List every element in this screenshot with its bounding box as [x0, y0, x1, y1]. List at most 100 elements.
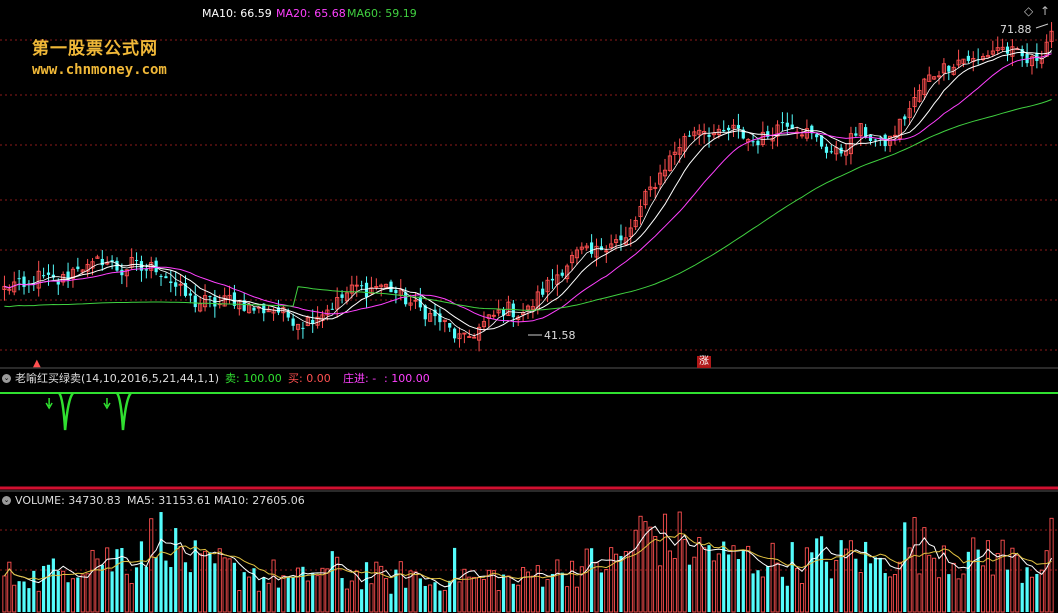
volume-bar	[438, 590, 442, 612]
volume-bar	[491, 570, 496, 613]
volume-bar	[41, 565, 46, 612]
volume-bar	[839, 540, 843, 612]
volume-bar	[360, 589, 364, 612]
volume-bar	[164, 560, 168, 612]
volume-bar	[1025, 567, 1029, 612]
volume-bar	[951, 562, 956, 613]
candle-body	[687, 135, 692, 137]
volume-collapse-icon[interactable]: ⌄	[2, 496, 11, 505]
volume-bar	[932, 557, 937, 613]
volume-bar	[878, 557, 882, 612]
volume-bar	[731, 545, 736, 613]
volume-bar	[389, 593, 393, 612]
indicator-title[interactable]: 老喻红买绿卖(14,10,2016,5,21,44,1,1)	[15, 372, 219, 385]
volume-bar	[799, 583, 805, 613]
candle-body	[448, 323, 452, 328]
volume-bar	[281, 575, 286, 613]
candle-body	[453, 328, 457, 339]
volume-bar	[12, 584, 17, 613]
volume-bar	[722, 541, 726, 612]
volume-bar	[159, 512, 163, 612]
high-label-leader	[1035, 23, 1049, 29]
volume-bar	[702, 547, 707, 613]
volume-bar	[105, 547, 110, 613]
ma10-line	[4, 51, 1052, 331]
volume-bar	[36, 590, 41, 613]
volume-bar	[711, 560, 716, 613]
candle-body	[966, 55, 970, 61]
volume-bar	[535, 565, 540, 613]
candle-body	[903, 116, 907, 120]
volume-bar	[766, 565, 770, 612]
volume-bar	[481, 579, 487, 613]
legend-ma10: MA10: 66.59	[202, 7, 272, 20]
stock-chart	[0, 22, 1058, 613]
volume-bar	[22, 581, 26, 612]
volume-bar	[677, 511, 682, 613]
volume-bar	[129, 583, 134, 613]
volume-ma5: MA5: 31153.61	[127, 494, 211, 507]
candle-body	[722, 129, 726, 132]
volume-bar	[565, 586, 570, 613]
volume-bar	[873, 557, 878, 612]
volume-bar	[956, 578, 961, 613]
legend-ma20: MA20: 65.68	[276, 7, 346, 20]
volume-bar	[511, 583, 515, 612]
volume-bar	[315, 575, 320, 613]
candle-body	[360, 285, 364, 287]
volume-bar	[349, 580, 354, 613]
volume-bar	[506, 575, 511, 613]
volume-bar	[555, 559, 560, 613]
volume-bar	[834, 559, 839, 613]
volume-bar	[687, 564, 692, 612]
volume-bar	[760, 576, 765, 613]
volume-bar	[550, 573, 555, 612]
candle-body	[751, 141, 755, 143]
volume-bar	[27, 588, 31, 612]
volume-bar	[609, 547, 614, 613]
volume-bar	[780, 576, 785, 612]
volume-bar	[619, 556, 623, 612]
volume-bar	[584, 548, 589, 613]
candle-body	[193, 295, 197, 308]
diamond-icon[interactable]: ◇	[1024, 5, 1033, 18]
collapse-circle-icon[interactable]: ⌄	[2, 374, 11, 383]
indicator-dealer-prefix: 庄进: -	[343, 372, 377, 385]
candle-body	[394, 290, 398, 294]
volume-bar	[404, 587, 408, 612]
candle-body	[22, 276, 26, 287]
volume-bar	[912, 517, 917, 613]
candle-body	[208, 296, 212, 298]
volume-bar	[271, 559, 276, 613]
volume-bar	[883, 573, 887, 612]
candle-body	[541, 288, 545, 295]
volume-bar	[501, 574, 506, 612]
indicator-dealer-value: : 100.00	[384, 372, 430, 385]
volume-bar	[707, 545, 711, 612]
candle-body	[330, 308, 334, 310]
up-arrow-icon[interactable]: ↑	[1040, 5, 1050, 18]
volume-bar	[144, 566, 148, 612]
volume-bar	[169, 567, 173, 612]
volume-bar	[1029, 576, 1035, 613]
candle-body	[100, 258, 104, 266]
volume-title[interactable]: VOLUME: 34730.83	[15, 494, 121, 507]
candle-body	[756, 140, 760, 146]
volume-bar	[804, 547, 809, 613]
volume-bar	[682, 539, 687, 613]
volume-bar	[961, 573, 966, 613]
volume-bar	[330, 551, 334, 612]
volume-bar	[124, 573, 129, 613]
candle-body	[120, 269, 124, 276]
candle-body	[780, 122, 785, 124]
indicator-buy-value: 买: 0.00	[288, 372, 331, 385]
candle-body	[252, 307, 256, 311]
volume-bar	[521, 567, 526, 613]
volume-bar	[472, 576, 477, 613]
volume-bar	[149, 518, 154, 613]
candle-body	[599, 246, 603, 251]
volume-bar	[516, 584, 521, 613]
candle-body	[947, 65, 951, 72]
volume-bar	[1035, 573, 1039, 612]
volume-bar	[653, 536, 658, 613]
